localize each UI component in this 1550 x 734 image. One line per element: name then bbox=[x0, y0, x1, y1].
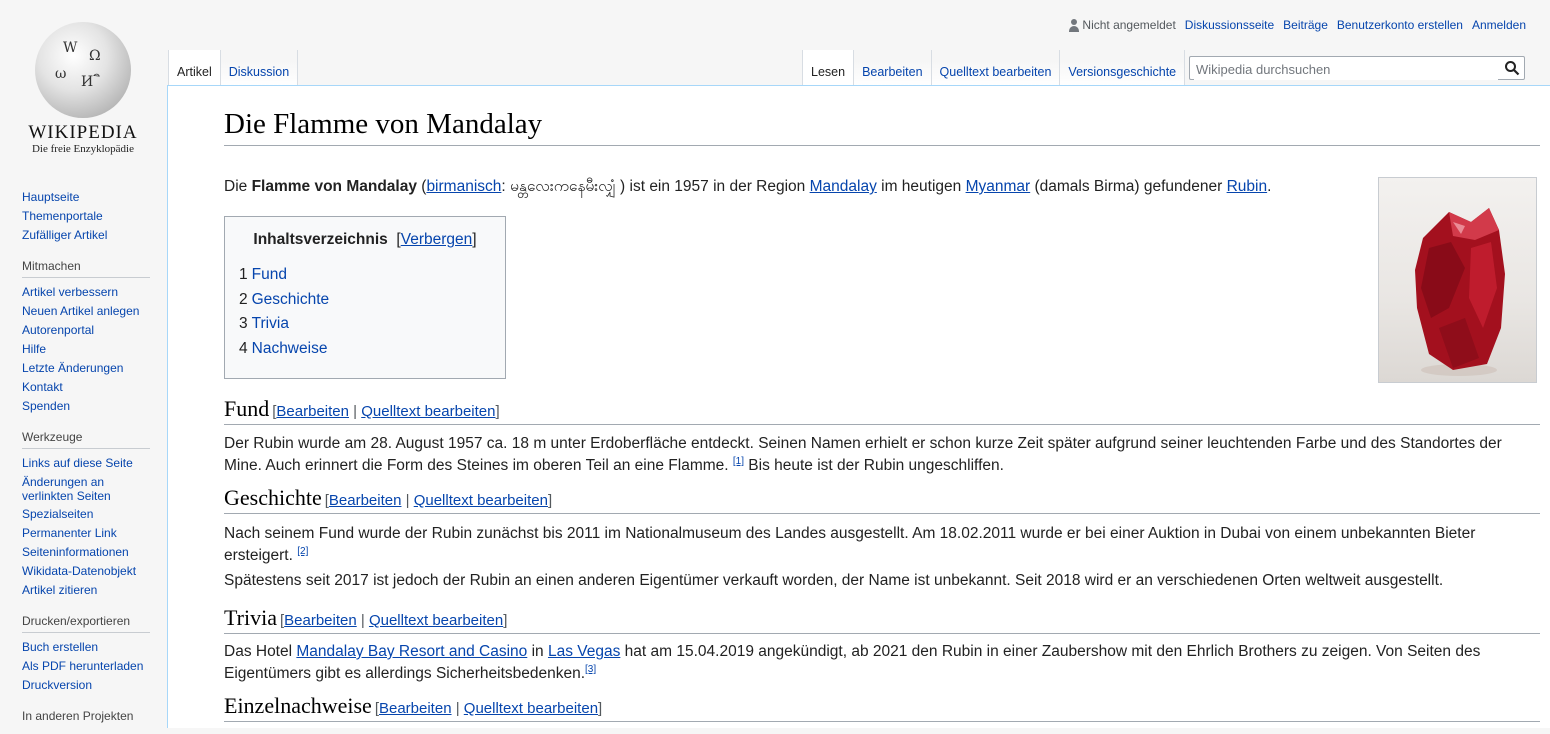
search-input[interactable] bbox=[1194, 58, 1498, 80]
toc-item-geschichte[interactable]: 2 Geschichte bbox=[239, 291, 491, 316]
source-edit-link-trivia[interactable]: Quelltext bearbeiten bbox=[369, 612, 503, 629]
portal-heading-projekte: In anderen Projekten bbox=[22, 709, 134, 723]
tab-versionsgeschichte[interactable]: Versionsgeschichte bbox=[1060, 50, 1186, 86]
section-edit-links: [Bearbeiten | Quelltext bearbeiten] bbox=[374, 700, 603, 717]
edit-link-fund[interactable]: Bearbeiten bbox=[276, 403, 349, 420]
section-heading-trivia: Trivia [Bearbeiten | Quelltext bearbeite… bbox=[224, 605, 1540, 634]
table-of-contents: Inhaltsverzeichnis [Verbergen] 1 Fund 2 Ge… bbox=[224, 216, 506, 379]
sidebar-item-pdf[interactable]: Als PDF herunterladen bbox=[22, 659, 150, 678]
sidebar-item-buch-erstellen[interactable]: Buch erstellen bbox=[22, 640, 150, 659]
content-area: Die Flamme von Mandalay Die Flamme von M… bbox=[167, 85, 1550, 728]
page-title: Die Flamme von Mandalay bbox=[224, 108, 1540, 146]
link-anmelden[interactable]: Anmelden bbox=[1472, 18, 1526, 32]
logo-wordmark: WIKIPEDIA bbox=[28, 122, 138, 143]
portal-heading-drucken: Drucken/exportieren bbox=[22, 614, 150, 633]
paragraph-trivia: Das Hotel Mandalay Bay Resort and Casino… bbox=[224, 643, 1481, 683]
section-heading-fund: Fund [Bearbeiten | Quelltext bearbeiten] bbox=[224, 396, 1540, 425]
section-heading-einzelnachweise: Einzelnachweise [Bearbeiten | Quelltext … bbox=[224, 693, 1540, 722]
section-edit-links: [Bearbeiten | Quelltext bearbeiten] bbox=[272, 403, 500, 420]
sidebar-item-hauptseite[interactable]: Hauptseite bbox=[22, 190, 150, 209]
link-mandalay-bay[interactable]: Mandalay Bay Resort and Casino bbox=[296, 643, 527, 660]
tab-bearbeiten[interactable]: Bearbeiten bbox=[854, 50, 932, 86]
tab-lesen[interactable]: Lesen bbox=[802, 50, 855, 86]
toc-list: 1 Fund 2 Geschichte 3 Trivia 4 Nachweise bbox=[239, 266, 491, 364]
section-edit-links: [Bearbeiten | Quelltext bearbeiten] bbox=[279, 612, 508, 629]
tab-diskussion[interactable]: Diskussion bbox=[220, 50, 299, 86]
sidebar-drucken: Buch erstellen Als PDF herunterladen Dru… bbox=[22, 640, 150, 697]
toc-item-trivia[interactable]: 3 Trivia bbox=[239, 315, 491, 340]
section-heading-geschichte: Geschichte [Bearbeiten | Quelltext bearb… bbox=[224, 485, 1540, 514]
paragraph-geschichte-1: Nach seinem Fund wurde der Rubin zunächs… bbox=[224, 525, 1476, 565]
link-benutzerkonto-erstellen[interactable]: Benutzerkonto erstellen bbox=[1337, 18, 1463, 32]
view-tabs: Lesen Bearbeiten Quelltext bearbeiten Ve… bbox=[802, 50, 1186, 86]
sidebar-item-artikel-zitieren[interactable]: Artikel zitieren bbox=[22, 583, 150, 602]
link-birmanisch[interactable]: birmanisch bbox=[426, 178, 501, 195]
toc-toggle-link[interactable]: Verbergen bbox=[401, 231, 473, 248]
sidebar-item-letzte-aenderungen[interactable]: Letzte Änderungen bbox=[22, 361, 150, 380]
tab-artikel[interactable]: Artikel bbox=[168, 50, 221, 86]
source-edit-link-einzelnachweise[interactable]: Quelltext bearbeiten bbox=[464, 700, 598, 717]
sidebar-item-aenderungen-verlinkt[interactable]: Änderungen an verlinkten Seiten bbox=[22, 475, 150, 507]
logo-tagline: Die freie Enzyklopädie bbox=[31, 143, 134, 155]
reference-3[interactable]: [3] bbox=[585, 664, 596, 675]
toc-item-fund[interactable]: 1 Fund bbox=[239, 266, 491, 291]
sidebar-item-wikidata[interactable]: Wikidata-Datenobjekt bbox=[22, 564, 150, 583]
sidebar-item-spezialseiten[interactable]: Spezialseiten bbox=[22, 507, 150, 526]
sidebar-item-hilfe[interactable]: Hilfe bbox=[22, 342, 150, 361]
link-las-vegas[interactable]: Las Vegas bbox=[548, 643, 620, 660]
sidebar-item-autorenportal[interactable]: Autorenportal bbox=[22, 323, 150, 342]
login-status: Nicht angemeldet bbox=[1069, 18, 1176, 32]
edit-link-trivia[interactable]: Bearbeiten bbox=[284, 612, 357, 629]
reference-1[interactable]: [1] bbox=[733, 456, 744, 467]
sidebar-item-permanenter-link[interactable]: Permanenter Link bbox=[22, 526, 150, 545]
sidebar-item-kontakt[interactable]: Kontakt bbox=[22, 380, 150, 399]
ruby-image[interactable] bbox=[1378, 177, 1537, 383]
source-edit-link-geschichte[interactable]: Quelltext bearbeiten bbox=[414, 492, 548, 509]
lemma-bold: Flamme von Mandalay bbox=[251, 178, 417, 195]
sidebar-item-neuen-artikel[interactable]: Neuen Artikel anlegen bbox=[22, 304, 150, 323]
edit-link-geschichte[interactable]: Bearbeiten bbox=[329, 492, 402, 509]
sidebar-item-themenportale[interactable]: Themenportale bbox=[22, 209, 150, 228]
portal-heading-werkzeuge: Werkzeuge bbox=[22, 430, 150, 449]
tab-quelltext-bearbeiten[interactable]: Quelltext bearbeiten bbox=[931, 50, 1061, 86]
search-box bbox=[1189, 56, 1525, 80]
reference-2[interactable]: [2] bbox=[297, 546, 308, 557]
sidebar-mitmachen: Artikel verbessern Neuen Artikel anlegen… bbox=[22, 285, 150, 418]
link-rubin[interactable]: Rubin bbox=[1227, 178, 1268, 195]
puzzle-globe-icon: W Ω ω И ิ bbox=[35, 22, 131, 118]
namespace-tabs: Artikel Diskussion bbox=[168, 50, 299, 86]
user-icon bbox=[1069, 18, 1080, 32]
sidebar-navigation: Hauptseite Themenportale Zufälliger Arti… bbox=[22, 190, 150, 247]
sidebar-item-seiteninformationen[interactable]: Seiteninformationen bbox=[22, 545, 150, 564]
search-icon[interactable] bbox=[1504, 60, 1520, 76]
sidebar-item-zufaelliger-artikel[interactable]: Zufälliger Artikel bbox=[22, 228, 150, 247]
link-beitraege[interactable]: Beiträge bbox=[1283, 18, 1328, 32]
paragraph-geschichte-2: Spätestens seit 2017 ist jedoch der Rubi… bbox=[224, 572, 1444, 589]
sidebar: Hauptseite Themenportale Zufälliger Arti… bbox=[22, 190, 150, 734]
link-mandalay[interactable]: Mandalay bbox=[810, 178, 877, 195]
sidebar-item-links-auf-seite[interactable]: Links auf diese Seite bbox=[22, 456, 150, 475]
sidebar-werkzeuge: Links auf diese Seite Änderungen an verl… bbox=[22, 456, 150, 602]
paragraph-fund: Der Rubin wurde am 28. August 1957 ca. 1… bbox=[224, 435, 1502, 475]
portal-heading-mitmachen: Mitmachen bbox=[22, 259, 150, 278]
section-edit-links: [Bearbeiten | Quelltext bearbeiten] bbox=[324, 492, 553, 509]
link-myanmar[interactable]: Myanmar bbox=[966, 178, 1031, 195]
edit-link-einzelnachweise[interactable]: Bearbeiten bbox=[379, 700, 452, 717]
sidebar-item-spenden[interactable]: Spenden bbox=[22, 399, 150, 418]
toc-heading: Inhaltsverzeichnis [Verbergen] bbox=[253, 231, 477, 248]
wikipedia-logo[interactable]: W Ω ω И ิ WIKIPEDIA Die freie Enzyklopäd… bbox=[18, 22, 148, 162]
sidebar-item-artikel-verbessern[interactable]: Artikel verbessern bbox=[22, 285, 150, 304]
intro-paragraph: Die Flamme von Mandalay (birmanisch: မန္… bbox=[224, 178, 1272, 195]
source-edit-link-fund[interactable]: Quelltext bearbeiten bbox=[361, 403, 495, 420]
toc-item-nachweise[interactable]: 4 Nachweise bbox=[239, 340, 491, 365]
personal-tools: Nicht angemeldet Diskussionsseite Beiträ… bbox=[1069, 18, 1526, 32]
sidebar-item-druckversion[interactable]: Druckversion bbox=[22, 678, 150, 697]
link-diskussionsseite[interactable]: Diskussionsseite bbox=[1185, 18, 1274, 32]
